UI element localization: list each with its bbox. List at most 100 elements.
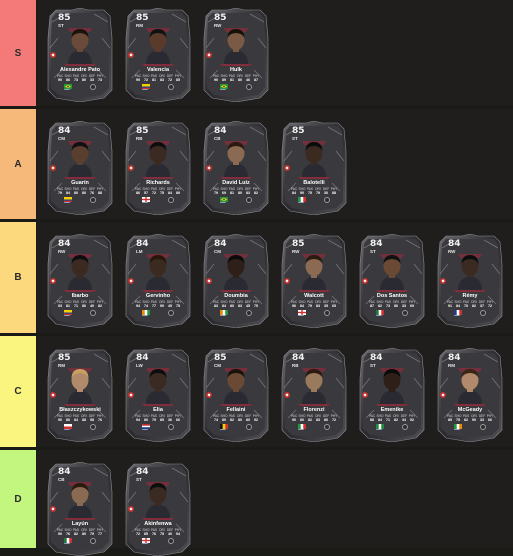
stat-value: 30 [324, 191, 328, 195]
stat-values: 93 81 71 86 40 82 [56, 304, 104, 308]
stat-values: 85 75 82 90 33 66 [446, 418, 494, 422]
card-position: LW [136, 363, 143, 368]
tier-items[interactable]: 84 CB ◆ Layún PAC SHO PAS DRI DEF PHY 90 76 82 80 79 77… [37, 450, 513, 556]
tier-label[interactable]: C [0, 336, 36, 447]
card-badges [142, 197, 174, 203]
tier-items[interactable]: 85 ST ◆ Alexandre Pato PAC SHO PAS DRI DEF PHY 90 8… [37, 0, 513, 106]
player-card[interactable]: 84 CM ◆ Doumbia PAC SHO PAS DRI DEF PHY 83 84 80 83 45… [202, 234, 270, 328]
stat-value: 80 [230, 304, 234, 308]
stat-value: 92 [410, 418, 414, 422]
card-rating: 85 [136, 126, 149, 136]
player-card[interactable]: 84 RM ◆ McGeady PAC SHO PAS DRI DEF PHY 85 75 82 90 33… [436, 348, 504, 442]
player-card[interactable]: 85 RM ◆ Valencia PAC SHO PAS DRI DEF PHY 90 72 81 83 7… [124, 8, 192, 102]
chemistry-badge-icon: ◆ [50, 278, 56, 284]
nation-flag-icon [64, 84, 72, 89]
club-badge-icon [246, 424, 252, 430]
stat-value: 80 [82, 78, 86, 82]
club-badge-icon [324, 197, 330, 203]
stat-value: 72 [168, 78, 172, 82]
club-badge-icon [246, 84, 252, 90]
player-card[interactable]: 84 LW ◆ Elia PAC SHO PAS DRI DEF PHY 94 80 79 85 36 66 [124, 348, 192, 442]
player-name: Akinfenwa [144, 521, 172, 527]
player-card[interactable]: 84 ST ◆ Akinfenwa PAC SHO PAS DRI DEF PHY 72 85 76 75… [124, 462, 192, 556]
player-card[interactable]: 84 RB ◆ Florenzi PAC SHO PAS DRI DEF PHY 90 80 82 83 8… [280, 348, 348, 442]
tier-items[interactable]: 85 RM ◆ Błaszczykowski PAC SHO PAS DRI DEF PHY 90 8… [37, 336, 513, 447]
stat-value: 72 [488, 304, 492, 308]
player-card[interactable]: 84 ST ◆ Dos Santos PAC SHO PAS DRI DEF PHY 87 82 73 8… [358, 234, 426, 328]
stat-value: 92 [254, 418, 258, 422]
player-card[interactable]: 85 RW ◆ Hulk PAC SHO PAS DRI DEF PHY 90 89 81 80 46 87 [202, 8, 270, 102]
tier-row-d: D 84 CB ◆ Layún PAC SHO PAS DRI DEF PHY 90 76 82 80 79… [0, 450, 513, 556]
tier-label[interactable]: S [0, 0, 36, 106]
stat-value: 84 [456, 304, 460, 308]
player-card[interactable]: 85 RW ◆ Walcott PAC SHO PAS DRI DEF PHY 96 84 79 83 35… [280, 234, 348, 328]
player-card[interactable]: 85 ST ◆ Balotelli PAC SHO PAS DRI DEF PHY 84 90 75 79… [280, 121, 348, 215]
stat-value: 80 [238, 78, 242, 82]
stat-value: 71 [386, 418, 390, 422]
stat-value: 35 [324, 304, 328, 308]
tier-label[interactable]: B [0, 222, 36, 333]
stat-values: 90 72 81 83 72 85 [134, 78, 182, 82]
card-position: CM [214, 363, 221, 368]
stat-value: 86 [394, 304, 398, 308]
stat-value: 33 [480, 418, 484, 422]
card-rating: 85 [292, 239, 305, 249]
nation-flag-icon [298, 424, 306, 429]
card-position: CM [58, 136, 65, 141]
stat-value: 96 [292, 304, 296, 308]
stat-value: 80 [144, 418, 148, 422]
stat-value: 75 [176, 304, 180, 308]
nation-flag-icon [220, 197, 228, 202]
player-name: Balotelli [303, 180, 325, 186]
card-rating: 84 [136, 353, 149, 363]
card-rating: 84 [136, 467, 149, 477]
player-card[interactable]: 85 CM ◆ Fellaini PAC SHO PAS DRI DEF PHY 74 80 82 80 8… [202, 348, 270, 442]
chemistry-badge-icon: ◆ [284, 392, 290, 398]
player-card[interactable]: 84 RW ◆ Rémy PAC SHO PAS DRI DEF PHY 91 84 70 82 37 72 [436, 234, 504, 328]
card-position: ST [370, 249, 376, 254]
stat-values: 79 84 80 80 76 88 [56, 191, 104, 195]
stat-value: 76 [66, 532, 70, 536]
stat-value: 82 [464, 418, 468, 422]
stat-value: 90 [300, 191, 304, 195]
player-card[interactable]: 85 RB ◆ Richards PAC SHO PAS DRI DEF PHY 86 57 72 75 8… [124, 121, 192, 215]
tier-label[interactable]: A [0, 109, 36, 219]
player-card[interactable]: 84 CM ◆ Guarín PAC SHO PAS DRI DEF PHY 79 84 80 80 76 8… [46, 121, 114, 215]
tier-label[interactable]: D [0, 450, 36, 548]
card-rating: 85 [214, 353, 227, 363]
club-badge-icon [480, 424, 486, 430]
player-name: Richards [146, 180, 170, 186]
stat-value: 76 [152, 532, 156, 536]
player-card[interactable]: 85 RM ◆ Błaszczykowski PAC SHO PAS DRI DEF PHY 90 8… [46, 348, 114, 442]
chemistry-badge-icon: ◆ [50, 52, 56, 58]
player-card[interactable]: 84 LM ◆ Gervinho PAC SHO PAS DRI DEF PHY 94 74 77 90 4… [124, 234, 192, 328]
stat-values: 88 84 71 82 34 92 [368, 418, 416, 422]
player-card[interactable]: 84 CB ◆ David Luiz PAC SHO PAS DRI DEF PHY 79 69 81 8… [202, 121, 270, 215]
chemistry-badge-icon: ◆ [284, 165, 290, 171]
player-card[interactable]: 84 RW ◆ Ibarbo PAC SHO PAS DRI DEF PHY 93 81 71 86 40 8… [46, 234, 114, 328]
player-card[interactable]: 84 ST ◆ Emenike PAC SHO PAS DRI DEF PHY 88 84 71 82 34… [358, 348, 426, 442]
card-position: RB [292, 363, 299, 368]
card-position: RB [136, 136, 143, 141]
nation-flag-icon [64, 424, 72, 429]
tier-items[interactable]: 84 CM ◆ Guarín PAC SHO PAS DRI DEF PHY 79 84 80 80 76 8… [37, 109, 513, 219]
player-name: Elia [153, 407, 163, 413]
stat-value: 80 [324, 418, 328, 422]
player-name: Guarín [71, 180, 89, 186]
club-badge-icon [90, 84, 96, 90]
card-badges [142, 84, 174, 90]
tier-items[interactable]: 84 RW ◆ Ibarbo PAC SHO PAS DRI DEF PHY 93 81 71 86 40 8… [37, 222, 513, 333]
club-badge-icon [168, 538, 174, 544]
chemistry-badge-icon: ◆ [50, 392, 56, 398]
card-badges [64, 538, 96, 544]
club-badge-icon [90, 538, 96, 544]
stat-value: 80 [238, 191, 242, 195]
stat-value: 88 [332, 191, 336, 195]
player-card[interactable]: 84 CB ◆ Layún PAC SHO PAS DRI DEF PHY 90 76 82 80 79 77 [46, 462, 114, 556]
stat-value: 33 [402, 304, 406, 308]
stat-values: 90 80 82 83 80 72 [290, 418, 338, 422]
nation-flag-icon [64, 197, 72, 202]
card-rating: 84 [448, 353, 461, 363]
player-name: Błaszczykowski [59, 407, 101, 413]
player-card[interactable]: 85 ST ◆ Alexandre Pato PAC SHO PAS DRI DEF PHY 90 8… [46, 8, 114, 102]
